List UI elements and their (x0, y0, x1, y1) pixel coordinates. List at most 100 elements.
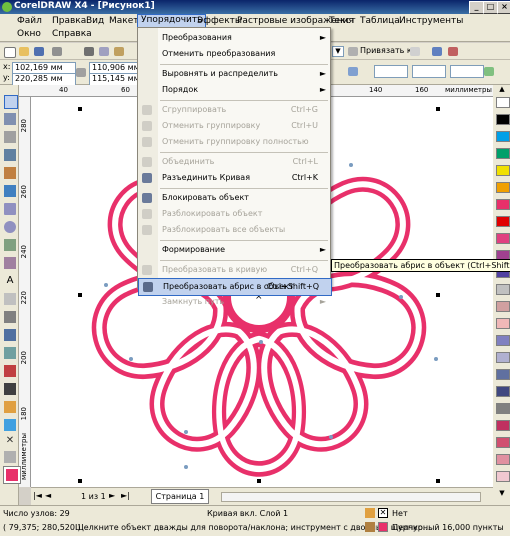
crop-tool-icon[interactable] (4, 131, 16, 143)
eyedropper-tool-icon[interactable] (4, 365, 16, 377)
interactive-blend-tool-icon[interactable] (4, 347, 16, 359)
menu-item-lock[interactable]: Блокировать объект (138, 190, 330, 206)
pick-tool-icon[interactable] (4, 95, 18, 109)
palette-swatch[interactable] (496, 403, 510, 414)
prev-page-icon[interactable]: ◄ (45, 491, 55, 501)
snap-grid-icon[interactable] (346, 45, 360, 58)
options-icon[interactable] (430, 45, 444, 58)
connector-tool-icon[interactable] (4, 329, 16, 341)
text-tool-icon[interactable]: A (4, 275, 16, 287)
open-icon[interactable] (17, 45, 31, 58)
new-document-icon[interactable] (2, 45, 16, 58)
palette-tool-icon[interactable] (4, 451, 16, 463)
menu-window[interactable]: Окно (14, 28, 44, 41)
menu-item-clear-transformations[interactable]: Отменить преобразования (138, 46, 330, 62)
close-button[interactable]: × (497, 1, 510, 14)
menu-item-combine[interactable]: Объединить Ctrl+L (138, 154, 330, 170)
menu-file[interactable]: Файл (14, 15, 45, 28)
line-start-dropdown[interactable] (374, 65, 408, 78)
print-icon[interactable] (50, 45, 64, 58)
palette-swatch[interactable] (496, 199, 510, 210)
menu-item-align-distribute[interactable]: Выровнять и распределить ► (138, 66, 330, 82)
ruler-label: 280 (20, 119, 28, 133)
palette-swatch[interactable] (496, 148, 510, 159)
menu-item-break-apart[interactable]: Разъединить Кривая Ctrl+K (138, 170, 330, 186)
fill-tool-icon[interactable] (4, 401, 16, 413)
table-tool-icon[interactable] (4, 293, 16, 305)
line-style-dropdown[interactable] (412, 65, 446, 78)
save-icon[interactable] (32, 45, 46, 58)
last-page-icon[interactable]: ►| (121, 491, 131, 501)
no-fill-icon[interactable]: ✕ (4, 435, 16, 447)
snap-dropdown-icon[interactable] (408, 45, 422, 58)
palette-swatch[interactable] (496, 318, 510, 329)
palette-swatch[interactable] (496, 216, 510, 227)
menu-item-unlock[interactable]: Разблокировать объект (138, 206, 330, 222)
break-apart-icon (142, 173, 152, 183)
interactive-fill-tool-icon[interactable] (4, 419, 16, 431)
menu-help[interactable]: Справка (49, 28, 95, 41)
polygon-tool-icon[interactable] (4, 239, 16, 251)
ellipse-tool-icon[interactable] (4, 221, 16, 233)
menu-item-close-path[interactable]: Замкнуть путь ► (138, 294, 330, 310)
palette-swatch[interactable] (496, 165, 510, 176)
freehand-tool-icon[interactable] (4, 167, 16, 179)
minimize-button[interactable]: _ (469, 1, 484, 14)
paste-icon[interactable] (112, 45, 126, 58)
node-count: Число узлов: 29 (3, 509, 70, 518)
palette-swatch[interactable] (496, 386, 510, 397)
menu-item-group[interactable]: Сгруппировать Ctrl+G (138, 102, 330, 118)
menu-item-unlock-all[interactable]: Разблокировать все объекты (138, 222, 330, 238)
menu-item-ungroup[interactable]: Отменить группировку Ctrl+U (138, 118, 330, 134)
palette-swatch[interactable] (496, 369, 510, 380)
zoom-tool-icon[interactable] (4, 149, 16, 161)
menu-item-shaping[interactable]: Формирование ► (138, 242, 330, 258)
rectangle-tool-icon[interactable] (4, 203, 16, 215)
palette-swatch[interactable] (496, 131, 510, 142)
menu-item-ungroup-all[interactable]: Отменить группировку полностью (138, 134, 330, 150)
vertical-ruler[interactable]: 280 260 240 220 200 180 миллиметры (19, 97, 31, 487)
palette-swatch[interactable] (496, 454, 510, 465)
launcher-icon[interactable] (446, 45, 460, 58)
menu-tools[interactable]: Инструменты (396, 15, 466, 28)
shape-tool-icon[interactable] (4, 113, 16, 125)
next-page-icon[interactable]: ► (109, 491, 119, 501)
y-label: y: (3, 73, 10, 82)
page-tab[interactable]: Страница 1 (151, 489, 209, 504)
palette-swatch[interactable] (496, 471, 510, 482)
menu-item-transformations[interactable]: Преобразования ► (138, 30, 330, 46)
node-edit-icon[interactable] (482, 65, 496, 78)
copy-icon[interactable] (97, 45, 111, 58)
palette-scroll-down-icon[interactable]: ▼ (496, 489, 508, 497)
page-counter: 1 из 1 (81, 492, 106, 501)
palette-swatch[interactable] (496, 335, 510, 346)
palette-scroll-up-icon[interactable]: ▲ (496, 85, 508, 93)
menu-item-order[interactable]: Порядок ► (138, 82, 330, 98)
palette-swatch[interactable] (496, 233, 510, 244)
smart-fill-tool-icon[interactable] (4, 185, 16, 197)
menu-item-convert-to-curves[interactable]: Преобразовать в кривую Ctrl+Q (138, 262, 330, 278)
ruler-label: 160 (415, 86, 429, 94)
dimension-tool-icon[interactable] (4, 311, 16, 323)
line-end-dropdown[interactable] (450, 65, 484, 78)
horizontal-scrollbar[interactable] (221, 492, 481, 502)
palette-swatch[interactable] (496, 182, 510, 193)
cut-icon[interactable] (82, 45, 96, 58)
basic-shapes-tool-icon[interactable] (4, 257, 16, 269)
outline-tool-icon[interactable] (4, 383, 16, 395)
palette-swatch[interactable] (496, 97, 510, 108)
snap-to-label[interactable]: Привязать к (360, 46, 412, 55)
first-page-icon[interactable]: |◄ (33, 491, 43, 501)
palette-swatch[interactable] (496, 437, 510, 448)
palette-swatch[interactable] (496, 284, 510, 295)
convert-to-curves-icon (142, 265, 152, 275)
ungroup-all-icon (142, 137, 152, 147)
zoom-dropdown-icon[interactable]: ▼ (332, 46, 344, 57)
maximize-button[interactable]: □ (483, 1, 498, 14)
menu-view[interactable]: Вид (83, 15, 107, 28)
palette-swatch[interactable] (496, 420, 510, 431)
palette-swatch[interactable] (496, 114, 510, 125)
palette-swatch[interactable] (496, 301, 510, 312)
palette-swatch[interactable] (496, 352, 510, 363)
rotate-icon[interactable] (346, 65, 360, 78)
